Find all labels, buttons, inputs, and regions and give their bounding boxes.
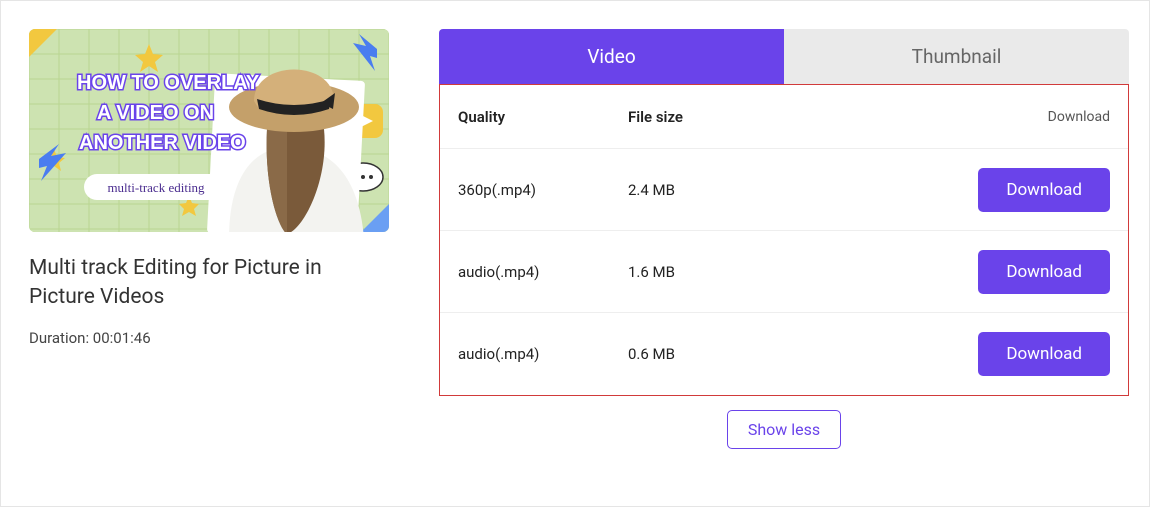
download-table: Quality File size Download 360p(.mp4) 2.… [439, 84, 1129, 396]
download-button[interactable]: Download [978, 332, 1110, 376]
tab-thumbnail[interactable]: Thumbnail [784, 29, 1129, 84]
cell-filesize: 0.6 MB [628, 345, 978, 363]
cell-quality: audio(.mp4) [458, 345, 628, 363]
table-row: 360p(.mp4) 2.4 MB Download [440, 149, 1128, 231]
thumb-text-line2: A VIDEO ON [97, 102, 214, 124]
tabs: Video Thumbnail [439, 29, 1129, 84]
cell-filesize: 1.6 MB [628, 263, 978, 281]
download-button[interactable]: Download [978, 250, 1110, 294]
table-row: audio(.mp4) 0.6 MB Download [440, 313, 1128, 395]
page-container: HOW TO OVERLAY A VIDEO ON ANOTHER VIDEO … [0, 0, 1150, 507]
table-row: audio(.mp4) 1.6 MB Download [440, 231, 1128, 313]
download-button[interactable]: Download [978, 168, 1110, 212]
show-less-button[interactable]: Show less [727, 410, 841, 449]
thumb-text-line1: HOW TO OVERLAY [77, 72, 260, 94]
cell-quality: audio(.mp4) [458, 263, 628, 281]
video-title: Multi track Editing for Picture in Pictu… [29, 254, 389, 313]
header-filesize: File size [628, 108, 1048, 126]
header-download: Download [1048, 109, 1110, 125]
video-duration: Duration: 00:01:46 [29, 329, 389, 347]
cell-quality: 360p(.mp4) [458, 181, 628, 199]
thumb-text-line3: ANOTHER VIDEO [79, 132, 246, 154]
thumb-chip-text: multi-track editing [107, 180, 205, 195]
table-header-row: Quality File size Download [440, 85, 1128, 149]
header-quality: Quality [458, 108, 628, 126]
left-panel: HOW TO OVERLAY A VIDEO ON ANOTHER VIDEO … [29, 29, 389, 486]
right-panel: Video Thumbnail Quality File size Downlo… [439, 29, 1129, 486]
cell-filesize: 2.4 MB [628, 181, 978, 199]
tab-video[interactable]: Video [439, 29, 784, 84]
video-thumbnail[interactable]: HOW TO OVERLAY A VIDEO ON ANOTHER VIDEO … [29, 29, 389, 232]
